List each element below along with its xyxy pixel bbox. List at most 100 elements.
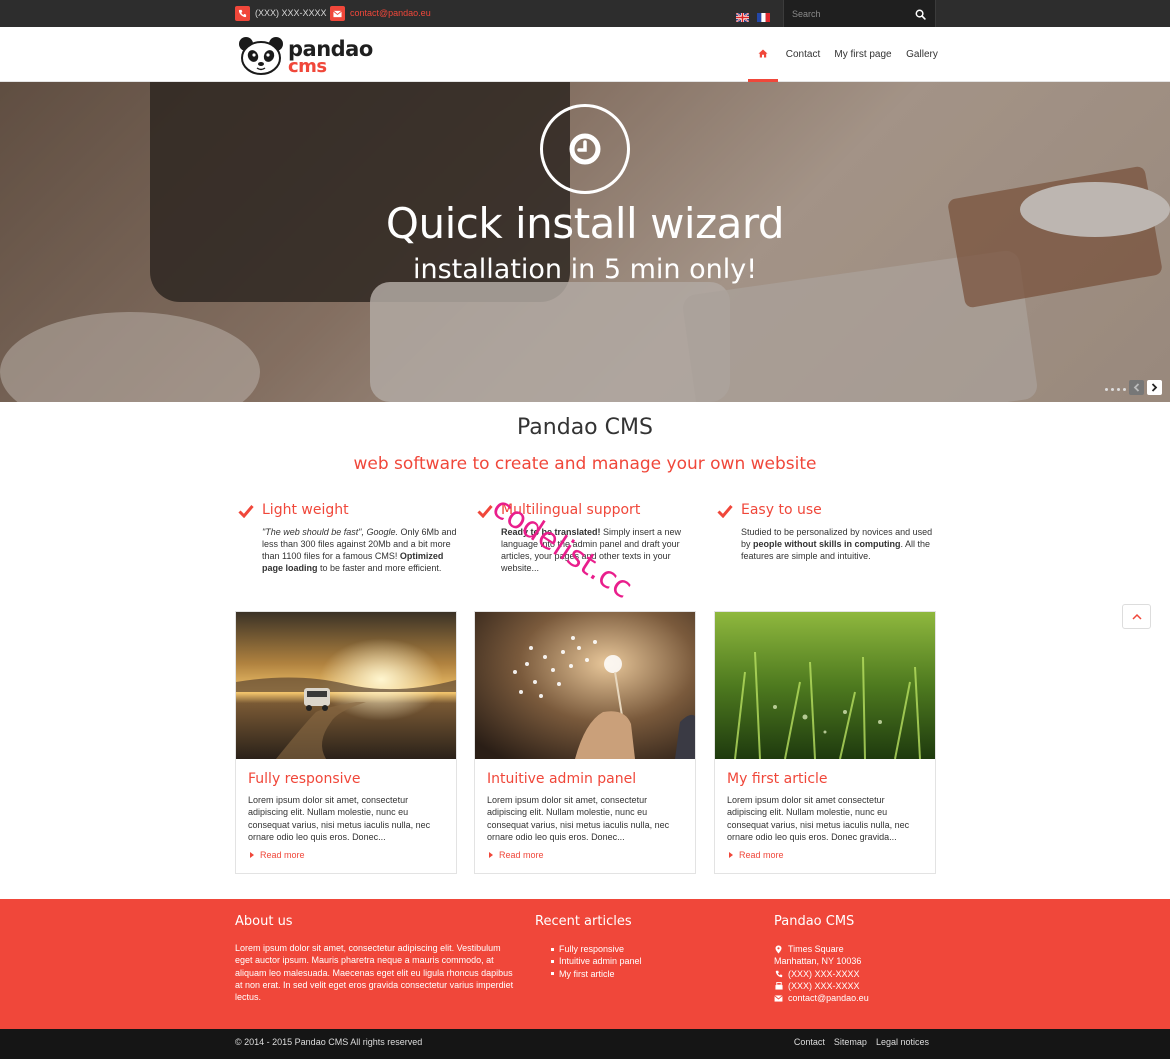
slider-dot[interactable] [1117,388,1120,391]
read-more-label: Read more [739,850,784,860]
intro-title: Pandao CMS [517,415,653,440]
home-icon [758,49,768,57]
panda-logo-icon [239,37,283,75]
footer-fax-row: (XXX) XXX-XXXX [774,980,869,992]
footer-email[interactable]: contact@pandao.eu [788,992,869,1004]
footer-recent-title: Recent articles [535,914,632,929]
site-footer: About us Lorem ipsum dolor sit amet, con… [0,899,1170,1029]
checkmark-icon [238,505,254,518]
feature-text-part: to be faster and more efficient. [317,563,442,573]
slider-next-button[interactable] [1147,380,1162,395]
card-image [475,612,695,759]
footer-address-line1: Times Square [788,944,844,954]
phone-icon [774,969,783,978]
footer-address-row: Times Square [774,943,869,955]
read-more-link[interactable]: Read more [250,850,305,860]
phone-icon [235,6,250,21]
bullet-icon [551,959,554,963]
nav-my-first-page[interactable]: My first page [834,27,892,82]
clock-icon [540,104,630,194]
read-more-label: Read more [499,850,544,860]
footer-cms-title: Pandao CMS [774,914,855,929]
search-icon[interactable] [915,7,927,20]
checkmark-icon [717,505,733,518]
card-title[interactable]: My first article [727,771,828,787]
footer-recent-item[interactable]: Intuitive admin panel [551,955,642,967]
slider-dot[interactable] [1111,388,1114,391]
card-title[interactable]: Intuitive admin panel [487,771,636,787]
footer-recent-label: My first article [559,968,615,979]
card-text: Lorem ipsum dolor sit amet, consectetur … [487,795,670,842]
footer-fax: (XXX) XXX-XXXX [788,980,860,991]
bullet-icon [551,947,554,951]
read-more-link[interactable]: Read more [729,850,784,860]
feature-strong: people without skills in computing [753,539,901,549]
site-header: pandao cms Contact My first page Gallery [0,27,1170,82]
slider-prev-button[interactable] [1129,380,1144,395]
english-flag-icon[interactable] [735,9,750,23]
caret-right-icon [489,852,493,858]
read-more-link[interactable]: Read more [489,850,544,860]
footer-address-line2: Manhattan, NY 10036 [774,956,862,967]
article-card-fully-responsive[interactable]: Fully responsive Lorem ipsum dolor sit a… [235,611,457,874]
article-card-my-first-article[interactable]: My first article Lorem ipsum dolor sit a… [714,611,936,874]
bottom-link-sitemap[interactable]: Sitemap [834,1037,867,1047]
envelope-icon [330,6,345,21]
nav-contact[interactable]: Contact [784,27,822,82]
slider-dots[interactable] [1105,388,1126,391]
footer-recent-label: Fully responsive [559,944,625,954]
footer-about-text: Lorem ipsum dolor sit amet, consectetur … [235,943,514,1003]
footer-recent-item[interactable]: My first article [551,968,642,980]
chevron-up-icon [1131,613,1142,620]
intro-subtitle: web software to create and manage your o… [353,454,817,474]
footer-contact-info: Times Square Manhattan, NY 10036 (XXX) X… [774,943,869,1004]
footer-recent-item[interactable]: Fully responsive [551,943,642,955]
bottom-links: Contact Sitemap Legal notices [794,1037,929,1047]
french-flag-icon[interactable] [757,9,770,22]
bottom-bar: © 2014 - 2015 Pandao CMS All rights rese… [0,1029,1170,1059]
card-title[interactable]: Fully responsive [248,771,360,787]
bottom-link-contact[interactable]: Contact [794,1037,825,1047]
topbar-email-link[interactable]: contact@pandao.eu [350,8,431,18]
card-text: Lorem ipsum dolor sit amet consectetur a… [727,795,910,842]
footer-recent-list: Fully responsive Intuitive admin panel M… [551,943,642,980]
bullet-icon [551,972,554,976]
dandelion-image [475,612,695,759]
fax-icon [774,982,783,991]
article-card-intuitive-admin[interactable]: Intuitive admin panel Lorem ipsum dolor … [474,611,696,874]
scroll-to-top-button[interactable] [1122,604,1151,629]
map-marker-icon [774,945,783,954]
footer-about-title: About us [235,914,293,929]
bottom-link-legal-notices[interactable]: Legal notices [876,1037,929,1047]
search-input[interactable] [792,6,912,21]
nav-gallery[interactable]: Gallery [904,27,940,82]
nav-home[interactable] [748,27,778,82]
feature-quote: "The web should be fast", Google. [262,527,398,537]
envelope-icon [774,994,783,1003]
caret-right-icon [729,852,733,858]
feature-title: Easy to use [741,502,822,518]
footer-email-row[interactable]: contact@pandao.eu [774,992,869,1004]
card-text: Lorem ipsum dolor sit amet, consectetur … [248,795,431,842]
footer-address-row: Manhattan, NY 10036 [774,955,869,967]
logo-word-cms: cms [288,56,327,77]
top-bar: (XXX) XXX-XXXX contact@pandao.eu [0,0,1170,27]
caret-right-icon [250,852,254,858]
footer-phone-row: (XXX) XXX-XXXX [774,968,869,980]
footer-phone: (XXX) XXX-XXXX [788,968,860,979]
feature-text: Studied to be personalized by novices an… [741,526,937,562]
topbar-phone: (XXX) XXX-XXXX [255,8,327,18]
card-image [236,612,456,759]
search-box [783,0,936,27]
sunset-road-image [236,612,456,759]
copyright-text: © 2014 - 2015 Pandao CMS All rights rese… [235,1037,423,1047]
footer-recent-label: Intuitive admin panel [559,956,642,967]
read-more-label: Read more [260,850,305,860]
slider-dot[interactable] [1123,388,1126,391]
slider-dot[interactable] [1105,388,1108,391]
hero-subtitle: installation in 5 min only! [412,254,758,285]
site-logo[interactable]: pandao cms [237,35,373,77]
feature-text: "The web should be fast", Google. Only 6… [262,526,458,574]
hero-title: Quick install wizard [385,199,785,248]
grass-image [715,612,935,759]
